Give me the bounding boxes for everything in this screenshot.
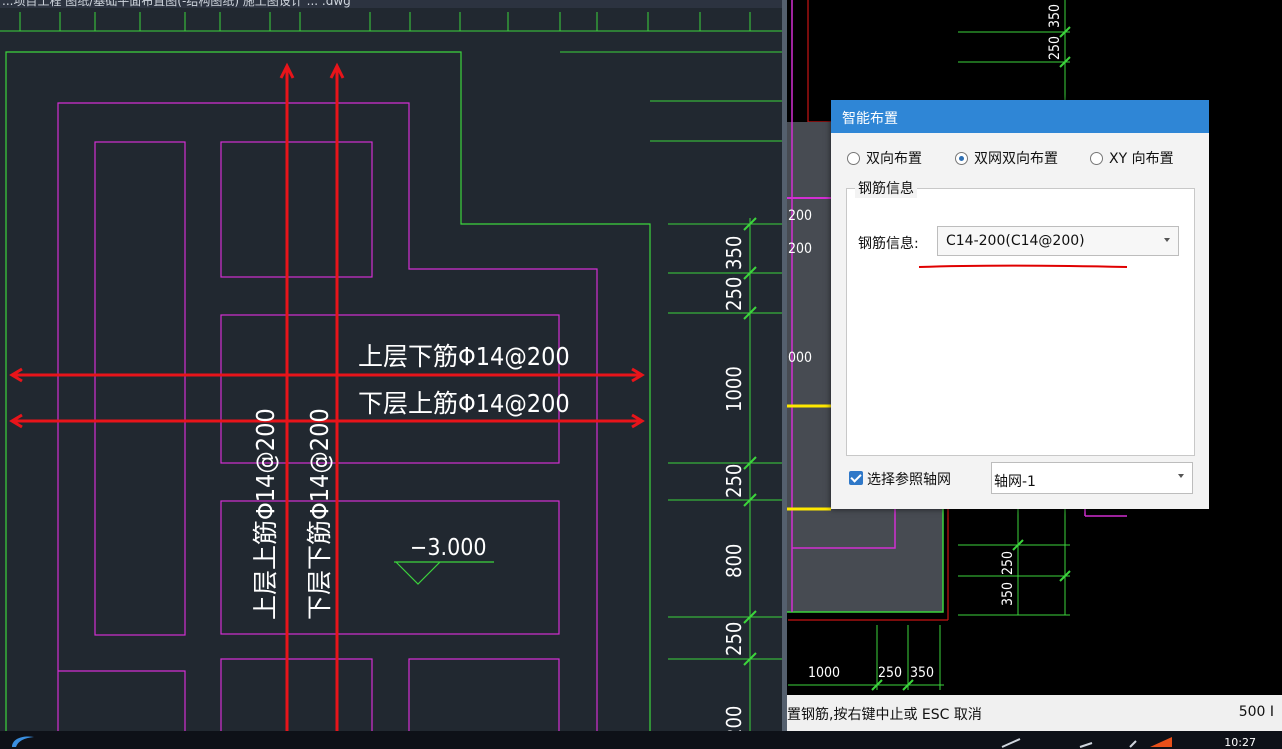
reference-grid-value: 轴网-1 bbox=[994, 474, 1036, 490]
dialog-title: 智能布置 bbox=[842, 111, 898, 127]
dim-250-c: 250 bbox=[722, 622, 746, 656]
document-tab-title: ...项目工程 图纸/基础平面布置图(-结构图纸) 施工图设计 ... .dwg bbox=[2, 0, 351, 8]
foundation-drawing: 上层下筋Φ14@200 下层上筋Φ14@200 上层上筋Φ14@200 下层下筋… bbox=[0, 12, 784, 731]
dim-800: 800 bbox=[722, 544, 746, 578]
dim-top-350: 350 bbox=[1047, 4, 1063, 28]
radio-circle-icon[interactable] bbox=[847, 151, 860, 165]
rebar-info-label: 钢筋信息: bbox=[858, 236, 919, 252]
rebar-label-upper-top: 上层上筋Φ14@200 bbox=[251, 408, 280, 620]
start-logo-icon[interactable] bbox=[8, 733, 38, 749]
dim-top-250: 250 bbox=[1047, 36, 1063, 60]
command-line[interactable]: 置钢筋,按右键中止或 ESC 取消 500 I bbox=[787, 695, 1282, 731]
radio-two-way-label: 双向布置 bbox=[866, 151, 922, 167]
chevron-down-icon[interactable] bbox=[1178, 474, 1184, 478]
dim-right-350: 350 bbox=[1000, 582, 1016, 606]
dim-left-200-b: 200 bbox=[788, 241, 812, 257]
dim-bottom-1000: 1000 bbox=[808, 665, 840, 681]
rebar-info-value: C14-200(C14@200) bbox=[946, 233, 1085, 249]
cad-viewport-left[interactable]: 上层下筋Φ14@200 下层上筋Φ14@200 上层上筋Φ14@200 下层下筋… bbox=[0, 0, 784, 731]
radio-xy[interactable]: XY 向布置 bbox=[1090, 148, 1174, 168]
taskbar-clock[interactable]: 10:27 bbox=[1224, 736, 1256, 749]
dialog-title-bar[interactable]: 智能布置 bbox=[831, 100, 1209, 133]
scale-readout: 500 I bbox=[1238, 704, 1274, 720]
document-tab[interactable]: ...项目工程 图纸/基础平面布置图(-结构图纸) 施工图设计 ... .dwg bbox=[0, 0, 784, 8]
rebar-label-lower-bottom: 下层下筋Φ14@200 bbox=[305, 408, 334, 620]
rebar-label-lower-top: 下层上筋Φ14@200 bbox=[358, 389, 570, 418]
radio-circle-icon[interactable] bbox=[1090, 151, 1103, 165]
dim-250-b: 250 bbox=[722, 464, 746, 498]
dim-right-250: 250 bbox=[1000, 551, 1016, 575]
dim-200: 200 bbox=[722, 706, 746, 731]
reference-grid-label: 选择参照轴网 bbox=[867, 472, 951, 488]
radio-double-net-label: 双网双向布置 bbox=[974, 151, 1058, 167]
tray-icons[interactable] bbox=[1000, 733, 1180, 749]
elevation-label: −3.000 bbox=[410, 535, 487, 561]
dim-350: 350 bbox=[722, 236, 746, 270]
rebar-info-group-title: 钢筋信息 bbox=[855, 178, 917, 198]
radio-xy-label: XY 向布置 bbox=[1109, 151, 1174, 167]
dim-left-000: 000 bbox=[788, 350, 812, 366]
radio-double-net[interactable]: 双网双向布置 bbox=[955, 148, 1058, 168]
taskbar: 10:27 bbox=[0, 731, 1282, 749]
command-prompt: 置钢筋,按右键中止或 ESC 取消 bbox=[787, 707, 982, 723]
reference-grid-select[interactable]: 轴网-1 bbox=[991, 462, 1193, 494]
reference-grid-checkbox[interactable] bbox=[849, 471, 863, 485]
rebar-label-upper-bottom: 上层下筋Φ14@200 bbox=[358, 342, 570, 371]
dim-1000: 1000 bbox=[722, 366, 746, 412]
red-underline-annotation bbox=[918, 264, 1128, 268]
radio-two-way[interactable]: 双向布置 bbox=[847, 148, 922, 168]
dim-left-200-a: 200 bbox=[788, 208, 812, 224]
radio-selected-icon[interactable] bbox=[955, 151, 968, 165]
rebar-info-select[interactable]: C14-200(C14@200) bbox=[937, 226, 1179, 256]
dim-250-a: 250 bbox=[722, 277, 746, 311]
dim-bottom-350: 350 bbox=[910, 665, 934, 681]
smart-layout-dialog: 智能布置 双向布置 双网双向布置 XY 向布置 钢筋信息 钢筋信息: C14-2… bbox=[831, 100, 1209, 509]
dim-bottom-250: 250 bbox=[878, 665, 902, 681]
chevron-down-icon[interactable] bbox=[1164, 238, 1170, 242]
